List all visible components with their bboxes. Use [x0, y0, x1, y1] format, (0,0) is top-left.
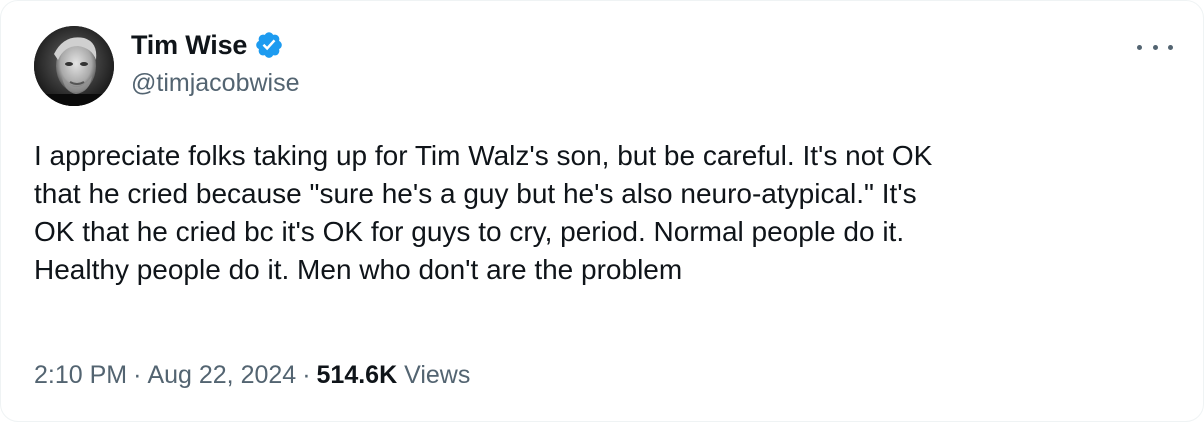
tweet-date[interactable]: Aug 22, 2024 — [147, 361, 296, 390]
tweet-meta: 2:10 PM · Aug 22, 2024 · 514.6K Views — [34, 361, 470, 390]
meta-separator: · — [302, 361, 311, 389]
more-options-icon[interactable] — [1137, 37, 1173, 57]
tweet-text: I appreciate folks taking up for Tim Wal… — [34, 140, 933, 285]
verified-badge-icon[interactable] — [254, 30, 284, 60]
name-row: Tim Wise — [131, 28, 299, 62]
author-info: Tim Wise @timjacobwise — [131, 28, 299, 98]
author-avatar[interactable] — [34, 26, 114, 106]
views-count[interactable]: 514.6K — [317, 361, 398, 390]
meta-separator: · — [133, 361, 142, 389]
author-name[interactable]: Tim Wise — [131, 30, 247, 61]
tweet-time[interactable]: 2:10 PM — [34, 361, 127, 390]
tweet-card[interactable]: Tim Wise @timjacobwise I appreciate folk… — [0, 0, 1204, 422]
avatar-photo-icon — [34, 26, 114, 106]
author-handle[interactable]: @timjacobwise — [131, 69, 299, 98]
views-label: Views — [404, 361, 471, 389]
